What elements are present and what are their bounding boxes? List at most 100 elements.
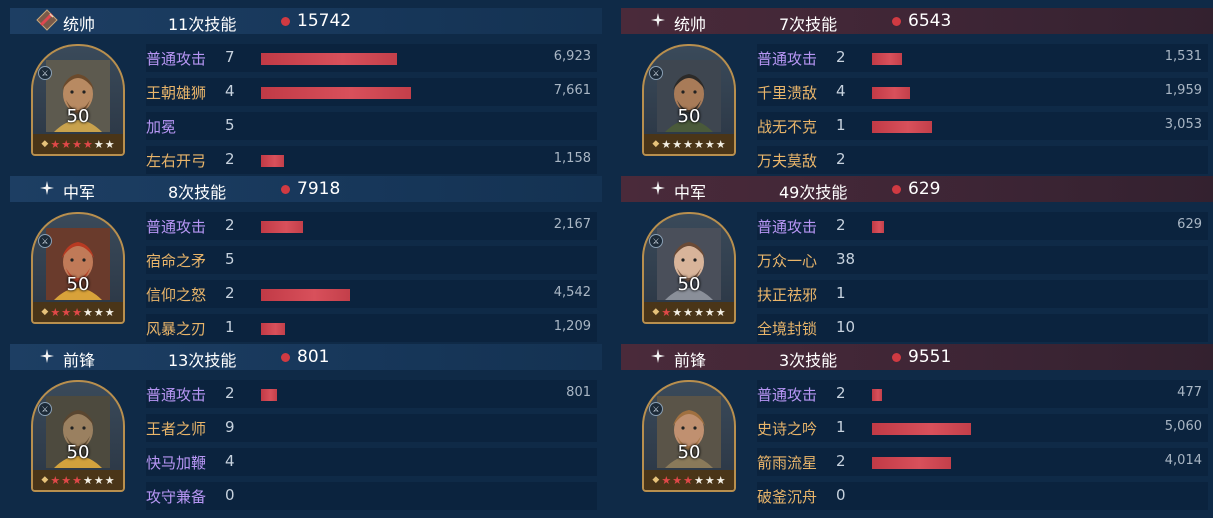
unit-type-icon: ⚔ xyxy=(38,234,52,248)
unit-type-icon: ⚔ xyxy=(649,66,663,80)
skill-row[interactable]: 普通攻击 2 2,167 xyxy=(146,212,597,240)
red-dot-icon xyxy=(892,185,901,194)
right-hero-section-0: 统帅 7次技能 6543 ⚔ 50 ◆ ★ ★ ★ ★ ★ ★ 普通攻击 2 1,531 千里溃敌 4 1,959… xyxy=(621,0,1213,174)
skill-row[interactable]: 破釜沉舟 0 xyxy=(757,482,1208,510)
hero-portrait[interactable]: ⚔ 50 ◆ ★ ★ ★ ★ ★ ★ xyxy=(642,380,736,492)
skill-cast-count: 5 xyxy=(225,116,235,134)
rank-emblem-icon: ◆ xyxy=(652,475,660,485)
skill-name: 破釜沉舟 xyxy=(757,488,818,506)
skill-name: 宿命之矛 xyxy=(146,252,207,270)
rank-emblem-icon: ◆ xyxy=(652,139,660,149)
damage-value: 7,661 xyxy=(553,83,591,98)
skill-row[interactable]: 加冕 5 xyxy=(146,112,597,140)
star-rating: ◆ ★ ★ ★ ★ ★ ★ xyxy=(33,470,123,490)
star-rating: ◆ ★ ★ ★ ★ ★ ★ xyxy=(644,470,734,490)
skill-cast-count: 10 xyxy=(836,318,856,336)
total-damage: 6543 xyxy=(908,11,952,31)
damage-bar xyxy=(261,53,397,65)
hero-portrait[interactable]: ⚔ 50 ◆ ★ ★ ★ ★ ★ ★ xyxy=(31,44,125,156)
skill-row[interactable]: 普通攻击 2 477 xyxy=(757,380,1208,408)
white-star-icon: ★ xyxy=(82,305,93,319)
skill-row[interactable]: 箭雨流星 2 4,014 xyxy=(757,448,1208,476)
white-star-icon: ★ xyxy=(683,137,693,151)
skill-row[interactable]: 王者之师 9 xyxy=(146,414,597,442)
skill-name: 快马加鞭 xyxy=(146,454,207,472)
section-header: 前锋 13次技能 801 xyxy=(10,344,602,370)
position-label: 中军 xyxy=(63,183,96,202)
sparkle-icon xyxy=(36,177,58,199)
damage-bar xyxy=(261,221,303,233)
skill-cast-count: 2 xyxy=(836,216,846,234)
hero-portrait[interactable]: ⚔ 50 ◆ ★ ★ ★ ★ ★ ★ xyxy=(642,212,736,324)
section-header: 统帅 7次技能 6543 xyxy=(621,8,1213,34)
skill-name: 史诗之吟 xyxy=(757,420,818,438)
skill-row[interactable]: 快马加鞭 4 xyxy=(146,448,597,476)
right-hero-section-1: 中军 49次技能 629 ⚔ 50 ◆ ★ ★ ★ ★ ★ ★ 普通攻击 2 629 万众一心 38 扶正祛邪 1 全… xyxy=(621,168,1213,342)
skill-row[interactable]: 扶正祛邪 1 xyxy=(757,280,1208,308)
red-dot-icon xyxy=(281,185,290,194)
skill-name: 信仰之怒 xyxy=(146,286,207,304)
damage-value: 1,959 xyxy=(1164,83,1202,98)
hero-level: 50 xyxy=(677,442,701,463)
sparkle-icon xyxy=(647,177,669,199)
hero-portrait[interactable]: ⚔ 50 ◆ ★ ★ ★ ★ ★ ★ xyxy=(31,212,125,324)
white-star-icon: ★ xyxy=(693,305,704,319)
skill-name: 普通攻击 xyxy=(757,50,818,68)
red-star-icon: ★ xyxy=(61,305,72,319)
damage-bar xyxy=(872,389,882,401)
white-star-icon: ★ xyxy=(93,473,104,487)
white-star-icon: ★ xyxy=(704,473,715,487)
unit-type-icon: ⚔ xyxy=(38,66,52,80)
skill-row[interactable]: 攻守兼备 0 xyxy=(146,482,597,510)
star-rating: ◆ ★ ★ ★ ★ ★ ★ xyxy=(33,134,123,154)
damage-bar xyxy=(872,221,884,233)
hero-portrait[interactable]: ⚔ 50 ◆ ★ ★ ★ ★ ★ ★ xyxy=(31,380,125,492)
skill-row[interactable]: 王朝雄狮 4 7,661 xyxy=(146,78,597,106)
skill-cast-count: 2 xyxy=(836,150,846,168)
skill-row[interactable]: 宿命之矛 5 xyxy=(146,246,597,274)
skill-row[interactable]: 普通攻击 2 801 xyxy=(146,380,597,408)
damage-value: 6,923 xyxy=(553,49,591,64)
section-header: 中军 8次技能 7918 xyxy=(10,176,602,202)
skill-cast-count: 4 xyxy=(225,452,235,470)
skill-row[interactable]: 普通攻击 2 629 xyxy=(757,212,1208,240)
skill-name: 王者之师 xyxy=(146,420,207,438)
skill-row[interactable]: 信仰之怒 2 4,542 xyxy=(146,280,597,308)
red-star-icon: ★ xyxy=(683,473,693,487)
skill-cast-count: 1 xyxy=(836,284,846,302)
damage-value: 4,014 xyxy=(1164,453,1202,468)
red-star-icon: ★ xyxy=(61,137,72,151)
white-star-icon: ★ xyxy=(704,305,715,319)
position-label: 前锋 xyxy=(674,351,707,370)
skills-count: 8次技能 xyxy=(168,183,227,202)
skill-row[interactable]: 千里溃敌 4 1,959 xyxy=(757,78,1208,106)
skill-cast-count: 2 xyxy=(836,48,846,66)
white-star-icon: ★ xyxy=(683,305,693,319)
damage-bar xyxy=(261,323,285,335)
skill-row[interactable]: 战无不克 1 3,053 xyxy=(757,112,1208,140)
damage-value: 4,542 xyxy=(553,285,591,300)
red-star-icon: ★ xyxy=(50,305,61,319)
skill-name: 普通攻击 xyxy=(146,50,207,68)
total-damage: 7918 xyxy=(297,179,341,199)
rank-emblem-icon: ◆ xyxy=(41,475,49,485)
red-star-icon: ★ xyxy=(72,473,82,487)
hero-portrait[interactable]: ⚔ 50 ◆ ★ ★ ★ ★ ★ ★ xyxy=(642,44,736,156)
damage-bar xyxy=(872,87,910,99)
skill-row[interactable]: 普通攻击 2 1,531 xyxy=(757,44,1208,72)
hero-level: 50 xyxy=(66,106,90,127)
white-star-icon: ★ xyxy=(715,137,726,151)
white-star-icon: ★ xyxy=(104,305,115,319)
sparkle-icon xyxy=(36,345,58,367)
left-hero-section-1: 中军 8次技能 7918 ⚔ 50 ◆ ★ ★ ★ ★ ★ ★ 普通攻击 2 2,167 宿命之矛 5 信仰之怒 2… xyxy=(10,168,602,342)
skill-row[interactable]: 万众一心 38 xyxy=(757,246,1208,274)
unit-type-icon: ⚔ xyxy=(649,402,663,416)
skill-row[interactable]: 史诗之吟 1 5,060 xyxy=(757,414,1208,442)
skill-name: 加冕 xyxy=(146,118,177,136)
skill-row[interactable]: 普通攻击 7 6,923 xyxy=(146,44,597,72)
skills-count: 3次技能 xyxy=(779,351,838,370)
damage-value: 2,167 xyxy=(553,217,591,232)
white-star-icon: ★ xyxy=(704,137,715,151)
damage-value: 1,209 xyxy=(553,319,591,334)
skill-name: 普通攻击 xyxy=(757,218,818,236)
